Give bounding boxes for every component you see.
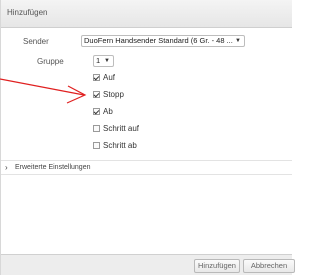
sender-select[interactable]: DuoFern Handsender Standard (6 Gr. - 48 … [81, 35, 245, 47]
dialog-title: Hinzufügen [7, 8, 48, 17]
checkbox-auf-label: Auf [103, 73, 116, 82]
checkbox-schritt-auf[interactable] [93, 125, 100, 132]
chevron-down-icon: ▼ [235, 38, 241, 44]
dialog-footer: Hinzufügen Abbrechen [1, 254, 295, 275]
checkbox-auf[interactable] [93, 74, 100, 81]
checkbox-ab-label: Ab [103, 107, 113, 116]
gruppe-label: Gruppe [37, 57, 64, 66]
checkbox-schritt-ab-label: Schritt ab [103, 141, 137, 150]
checkbox-schritt-auf-label: Schritt auf [103, 124, 140, 133]
checkbox-ab[interactable] [93, 108, 100, 115]
checkbox-stopp-label: Stopp [103, 90, 124, 99]
dialog-titlebar: Hinzufügen [1, 0, 292, 28]
add-button[interactable]: Hinzufügen [194, 259, 240, 273]
advanced-settings-label: Erweiterte Einstellungen [15, 164, 91, 171]
add-dialog: Hinzufügen Sender DuoFern Handsender Sta… [0, 0, 295, 275]
gruppe-select-value: 1 [96, 56, 101, 65]
sender-label: Sender [23, 37, 49, 46]
chevron-down-icon: ▼ [104, 58, 110, 64]
gruppe-select[interactable]: 1 ▼ [93, 55, 114, 67]
advanced-settings-toggle[interactable]: › Erweiterte Einstellungen [1, 160, 292, 175]
cancel-button[interactable]: Abbrechen [243, 259, 295, 273]
sender-select-value: DuoFern Handsender Standard (6 Gr. - 48 … [84, 36, 233, 45]
checkbox-schritt-ab[interactable] [93, 142, 100, 149]
chevron-right-icon: › [5, 163, 8, 172]
checkbox-stopp[interactable] [93, 91, 100, 98]
